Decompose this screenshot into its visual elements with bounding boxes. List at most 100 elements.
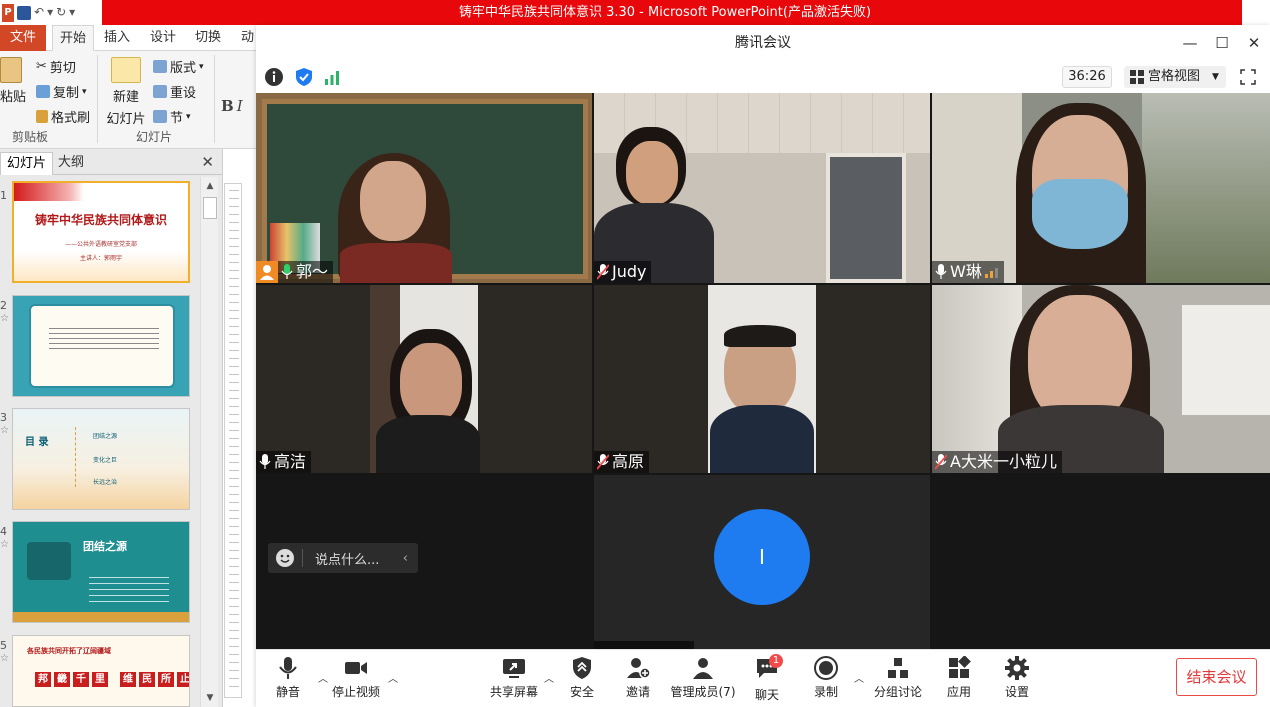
slide-thumbnail-1[interactable]: 铸牢中华民族共同体意识 ——公共外语教研室党支部 主讲人：郭雨宇 — [12, 181, 190, 283]
slide-thumbnail-3[interactable]: 目 录 团结之源 变化之巨 长远之治 — [12, 408, 190, 510]
slide-thumbnail-4[interactable]: 团结之源 — [12, 521, 190, 623]
person-face — [400, 343, 462, 423]
video-tile[interactable]: Judy — [594, 93, 930, 283]
apps-button[interactable]: 应用 — [946, 656, 972, 704]
slide-thumbnail-5[interactable]: 各民族共同开拓了辽阔疆域 邦 畿 千 里 维 民 所 止 — [12, 635, 190, 707]
dropdown-icon[interactable]: ▾ — [47, 0, 53, 25]
microphone-icon — [281, 264, 293, 279]
participant-label: A大米一小粒儿 — [932, 451, 1062, 473]
maximize-icon[interactable]: ☐ — [1210, 31, 1234, 55]
save-icon[interactable] — [17, 5, 31, 20]
emoji-icon[interactable] — [276, 549, 294, 567]
char-box: 千 — [73, 672, 89, 687]
new-slide-label: 新建 — [112, 90, 139, 105]
manage-members-button[interactable]: 管理成员(7) — [670, 656, 736, 704]
tab-animations[interactable]: 动 — [241, 25, 254, 51]
video-tile[interactable]: W琳 — [932, 93, 1270, 283]
tab-outline[interactable]: 大纲 — [52, 152, 90, 175]
chevron-up-icon[interactable]: ︿ — [388, 670, 398, 685]
participant-name: 高洁 — [274, 452, 307, 471]
chevron-up-icon[interactable]: ︿ — [854, 670, 864, 685]
chevron-left-icon[interactable]: ‹ — [403, 551, 408, 566]
security-button[interactable]: 安全 — [568, 656, 596, 704]
signal-icon[interactable] — [322, 67, 342, 87]
slide-subtitle: ——公共外语教研室党支部 — [64, 241, 137, 248]
shield-icon[interactable] — [294, 67, 314, 87]
toc-item: 团结之源 — [93, 433, 118, 440]
chat-button[interactable]: 1 聊天 — [754, 654, 783, 704]
chat-placeholder[interactable]: 说点什么... — [315, 549, 379, 568]
format-painter-button[interactable]: 格式刷 — [36, 107, 90, 126]
reset-label: 重设 — [170, 86, 197, 101]
video-tile[interactable]: 郭～ — [256, 93, 592, 283]
person-body — [710, 405, 814, 473]
copy-button[interactable]: 复制 ▾ — [36, 82, 87, 101]
chevron-up-icon[interactable]: ︿ — [318, 670, 328, 685]
char-box: 畿 — [54, 672, 70, 687]
toc-line — [75, 427, 87, 487]
grid-view-icon — [1130, 70, 1144, 84]
meeting-toolbar: 静音 ︿ 停止视频 ︿ 共享屏幕 ︿ 安全 邀请 管理成员(7) 1 聊天 录制… — [256, 649, 1270, 707]
new-slide-button[interactable]: 新建 幻灯片 — [106, 57, 146, 127]
slide-number: 2 — [0, 299, 7, 312]
minimize-icon[interactable]: — — [1178, 31, 1202, 55]
copy-label: 复制 — [53, 86, 80, 101]
camera-icon — [345, 662, 367, 674]
customize-qat-icon[interactable]: ▾ — [69, 0, 75, 25]
close-icon[interactable]: ✕ — [1242, 31, 1266, 55]
person-body — [376, 415, 480, 473]
participant-label: 高洁 — [256, 451, 312, 473]
scroll-down-icon[interactable]: ▼ — [203, 691, 217, 705]
clipboard-group-label: 剪贴板 — [12, 130, 49, 144]
reset-button[interactable]: 重设 — [153, 82, 196, 101]
slides-scrollbar[interactable]: ▲ ▼ — [200, 177, 218, 707]
settings-button[interactable]: 设置 — [1004, 656, 1030, 704]
avatar: I — [714, 509, 810, 605]
invite-button[interactable]: 邀请 — [624, 656, 652, 704]
record-label: 录制 — [813, 685, 838, 699]
tab-file[interactable]: 文件 — [0, 25, 46, 51]
slide-thumbnail-2[interactable] — [12, 295, 190, 397]
tab-transitions[interactable]: 切换 — [195, 25, 221, 51]
tab-slides[interactable]: 幻灯片 — [0, 152, 54, 175]
ribbon: 粘贴 ✂ 剪切 复制 ▾ 格式刷 剪贴板 新建 幻灯片 版式 ▾ 重设 节 ▾ … — [0, 51, 256, 149]
layout-button[interactable]: 版式 ▾ — [153, 57, 204, 76]
slide-emblem — [27, 542, 71, 580]
chevron-up-icon[interactable]: ︿ — [544, 670, 554, 685]
close-icon[interactable]: ✕ — [201, 153, 214, 171]
trees — [1142, 93, 1270, 283]
brush-icon — [36, 110, 48, 123]
video-tile[interactable]: 高原 — [594, 285, 930, 473]
tab-home[interactable]: 开始 — [52, 25, 94, 51]
section-button[interactable]: 节 ▾ — [153, 107, 191, 126]
scroll-up-icon[interactable]: ▲ — [203, 179, 217, 193]
cut-button[interactable]: ✂ 剪切 — [36, 57, 76, 76]
redo-icon[interactable]: ↻ — [56, 0, 66, 25]
powerpoint-titlebar: P ↶ ▾ ↻ ▾ 铸牢中华民族共同体意识 3.30 - Microsoft P… — [0, 0, 1270, 25]
members-icon — [693, 658, 713, 679]
participant-label: 郭～ — [256, 261, 334, 283]
fullscreen-icon[interactable] — [1240, 69, 1256, 85]
paste-button[interactable]: 粘贴 — [0, 57, 26, 105]
scroll-thumb[interactable] — [203, 197, 217, 219]
mute-button[interactable]: 静音 — [274, 656, 302, 704]
video-tile[interactable]: 高洁 — [256, 285, 592, 473]
record-button[interactable]: 录制 — [812, 656, 840, 704]
stop-video-button[interactable]: 停止视频 — [332, 656, 380, 704]
participant-label: Judy — [594, 261, 652, 283]
undo-icon[interactable]: ↶ — [34, 0, 44, 25]
video-tile[interactable]: I — [594, 475, 930, 649]
ruler-ticks — [229, 190, 239, 690]
view-mode-button[interactable]: 宫格视图 ▼ — [1124, 66, 1226, 88]
chat-input-bar[interactable]: 说点什么... ‹ — [268, 543, 418, 573]
info-icon[interactable] — [264, 67, 284, 87]
tab-design[interactable]: 设计 — [150, 25, 176, 51]
pane-tabs: 幻灯片 大纲 ✕ — [0, 149, 222, 175]
share-screen-button[interactable]: 共享屏幕 — [490, 656, 538, 704]
breakout-button[interactable]: 分组讨论 — [874, 656, 922, 704]
video-tile[interactable]: A大米一小粒儿 — [932, 285, 1270, 473]
bold-button[interactable]: B I — [221, 97, 243, 115]
tab-insert[interactable]: 插入 — [104, 25, 130, 51]
add-user-icon — [627, 658, 650, 679]
end-meeting-button[interactable]: 结束会议 — [1176, 658, 1257, 696]
